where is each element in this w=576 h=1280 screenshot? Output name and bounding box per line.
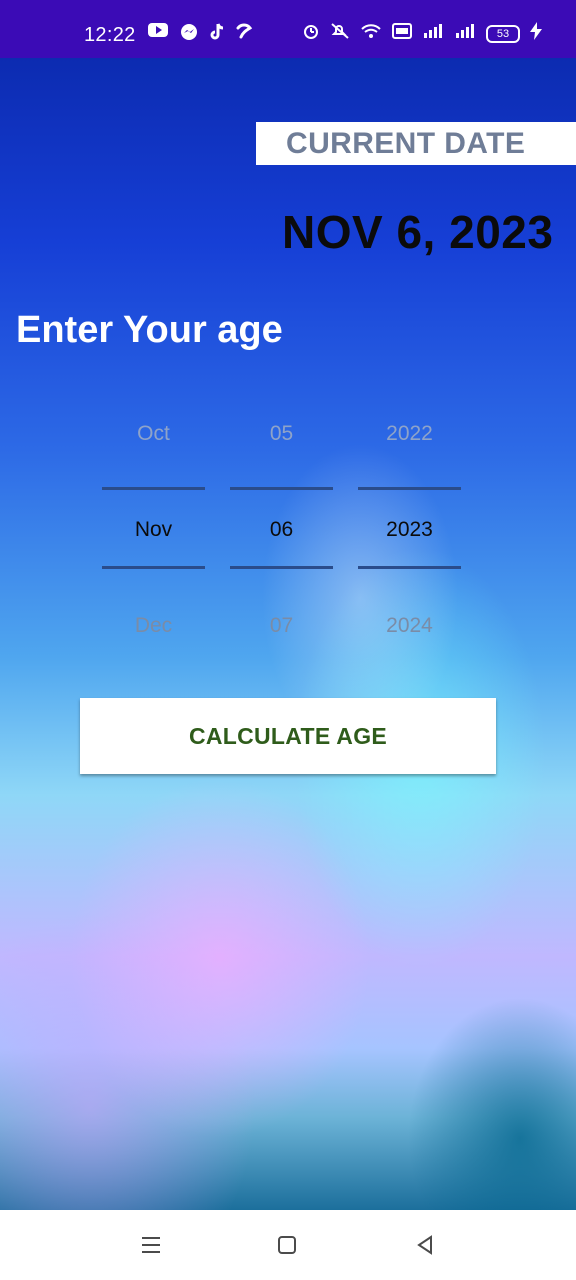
status-time: 12:22 — [84, 24, 136, 46]
date-picker[interactable]: Oct Nov Dec 05 06 07 2022 2023 2024 — [102, 408, 462, 658]
navigation-bar — [0, 1210, 576, 1280]
month-picker[interactable]: Oct Nov Dec — [102, 408, 205, 658]
month-selected-item[interactable]: Nov — [102, 518, 205, 542]
current-date-label: CURRENT DATE — [256, 122, 576, 165]
day-prev-item[interactable]: 05 — [230, 422, 333, 446]
battery-indicator: 53 — [486, 24, 520, 43]
signal-icon — [454, 23, 476, 44]
alarm-icon — [302, 22, 320, 45]
day-next-item[interactable]: 07 — [230, 614, 333, 638]
picker-divider — [358, 566, 461, 569]
day-picker[interactable]: 05 06 07 — [230, 408, 333, 658]
year-picker[interactable]: 2022 2023 2024 — [358, 408, 461, 658]
charging-icon — [530, 22, 542, 45]
month-next-item[interactable]: Dec — [102, 614, 205, 638]
picker-divider — [102, 566, 205, 569]
day-selected-item[interactable]: 06 — [230, 518, 333, 542]
current-date-value: NOV 6, 2023 — [282, 206, 554, 258]
calculate-age-button[interactable]: CALCULATE AGE — [80, 698, 496, 774]
home-icon[interactable] — [272, 1230, 302, 1260]
wifi-icon — [360, 23, 382, 44]
messenger-icon — [179, 22, 199, 47]
menu-icon[interactable] — [136, 1230, 166, 1260]
volte-icon — [392, 22, 412, 45]
year-next-item[interactable]: 2024 — [358, 614, 461, 638]
picker-divider — [358, 487, 461, 490]
page-title: Enter Your age — [16, 309, 283, 351]
signal-icon — [422, 23, 444, 44]
status-icons-left — [147, 22, 253, 47]
picker-divider — [102, 487, 205, 490]
year-selected-item[interactable]: 2023 — [358, 518, 461, 542]
mute-icon — [330, 22, 350, 45]
hook-icon — [235, 22, 253, 47]
status-icons-right: 53 — [302, 22, 542, 45]
picker-divider — [230, 487, 333, 490]
tiktok-icon — [209, 22, 225, 47]
youtube-icon — [147, 22, 169, 47]
back-icon[interactable] — [410, 1230, 440, 1260]
battery-level: 53 — [496, 27, 510, 40]
month-prev-item[interactable]: Oct — [102, 422, 205, 446]
picker-divider — [230, 566, 333, 569]
status-bar: 12:22 53 — [0, 0, 576, 58]
year-prev-item[interactable]: 2022 — [358, 422, 461, 446]
